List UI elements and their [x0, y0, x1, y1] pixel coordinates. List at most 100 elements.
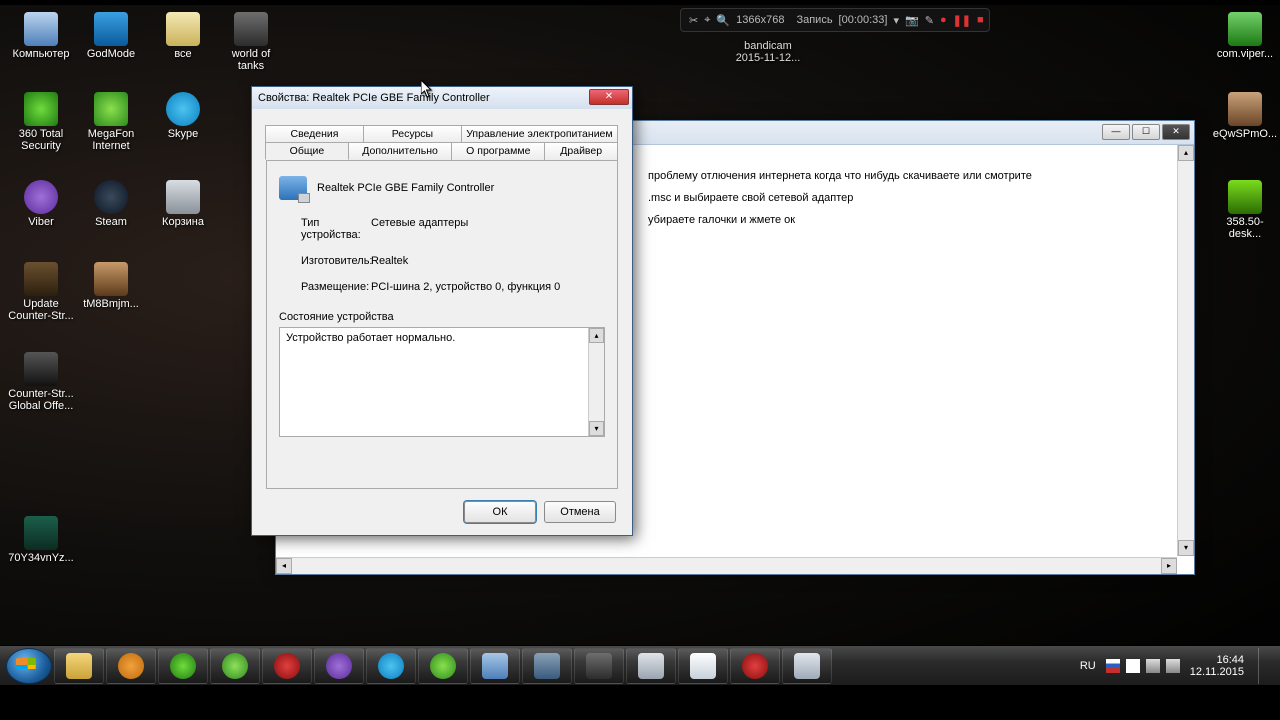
desktop-icon-wot[interactable]: world of tanks: [218, 12, 284, 72]
desktop-icon-steam[interactable]: Steam: [78, 180, 144, 228]
target-icon: ⌖: [704, 14, 710, 27]
desktop-icon-updatecs[interactable]: Update Counter-Str...: [8, 262, 74, 322]
scroll-up-icon[interactable]: ▴: [1178, 145, 1194, 161]
desktop-icon-viber[interactable]: Viber: [8, 180, 74, 228]
desktop-icon-skype[interactable]: Skype: [150, 92, 216, 140]
maximize-button[interactable]: ☐: [1132, 124, 1160, 140]
taskbar-wot[interactable]: [574, 648, 624, 684]
icon-label: Корзина: [150, 216, 216, 228]
scroll-down-icon[interactable]: ▾: [589, 421, 604, 436]
desktop-icon-all[interactable]: все: [150, 12, 216, 60]
taskbar-bandicam[interactable]: [730, 648, 780, 684]
network-adapter-icon: [279, 176, 307, 200]
taskbar-app3[interactable]: [522, 648, 572, 684]
taskbar-app4[interactable]: [626, 648, 676, 684]
dialog-title: Свойства: Realtek PCIe GBE Family Contro…: [258, 92, 490, 104]
tab-advanced[interactable]: Дополнительно: [348, 142, 452, 160]
tab-details[interactable]: Сведения: [265, 125, 364, 143]
scroll-right-icon[interactable]: ▸: [1161, 558, 1177, 574]
desktop-icon-360[interactable]: 360 Total Security: [8, 92, 74, 152]
tab-about[interactable]: О программе: [451, 142, 545, 160]
camera-icon[interactable]: 📷: [905, 14, 919, 27]
desktop-icon-megafon[interactable]: MegaFon Internet: [78, 92, 144, 152]
tray-lang[interactable]: RU: [1080, 660, 1096, 672]
icon-label: Viber: [8, 216, 74, 228]
tray-network-icon[interactable]: [1166, 659, 1180, 673]
taskbar-app2[interactable]: [470, 648, 520, 684]
icon-label: 358.50-desk...: [1212, 216, 1278, 240]
value-location: PCI-шина 2, устройство 0, функция 0: [371, 281, 605, 293]
tab-panel-general: Realtek PCIe GBE Family Controller Тип у…: [266, 160, 618, 489]
taskbar-opera[interactable]: [262, 648, 312, 684]
desktop-icon-trash[interactable]: Корзина: [150, 180, 216, 228]
bandicam-label: bandicam 2015-11-12...: [708, 40, 828, 64]
desktop-icon-godmode[interactable]: GodMode: [78, 12, 144, 60]
desktop-icon-comviper[interactable]: com.viper...: [1212, 12, 1278, 60]
device-status-text: Устройство работает нормально.: [286, 332, 455, 344]
icon-label: все: [150, 48, 216, 60]
system-tray: RU 16:44 12.11.2015: [1080, 648, 1274, 684]
pause-icon[interactable]: ❚❚: [953, 14, 971, 27]
label-device-type: Тип устройства:: [279, 217, 371, 241]
desktop-icon-tm8[interactable]: tM8Bmjm...: [78, 262, 144, 310]
minimize-button[interactable]: —: [1102, 124, 1130, 140]
icon-label: Skype: [150, 128, 216, 140]
tray-volume-icon[interactable]: [1146, 659, 1160, 673]
taskbar-devicemanager[interactable]: [782, 648, 832, 684]
close-button[interactable]: ✕: [1162, 124, 1190, 140]
scroll-left-icon[interactable]: ◂: [276, 558, 292, 574]
taskbar-skype[interactable]: [366, 648, 416, 684]
device-status-box[interactable]: Устройство работает нормально. ▴ ▾: [279, 327, 605, 437]
tray-date[interactable]: 12.11.2015: [1190, 666, 1244, 678]
label-manufacturer: Изготовитель:: [279, 255, 371, 267]
icon-label: eQwSPmO...: [1212, 128, 1278, 140]
taskbar-notepad[interactable]: [678, 648, 728, 684]
pencil-icon[interactable]: ✎: [925, 14, 934, 27]
dialog-titlebar[interactable]: Свойства: Realtek PCIe GBE Family Contro…: [252, 87, 632, 109]
show-desktop-button[interactable]: [1258, 648, 1268, 684]
tray-flag-icon[interactable]: [1106, 659, 1120, 673]
taskbar-360[interactable]: [158, 648, 208, 684]
hud-rec-time: [00:00:33]: [839, 14, 888, 26]
tab-power[interactable]: Управление электропитанием: [461, 125, 618, 143]
desktop-icon-70y[interactable]: 70Y34vnYz...: [8, 516, 74, 564]
cancel-button[interactable]: Отмена: [544, 501, 616, 523]
desktop-icon-computer[interactable]: Компьютер: [8, 12, 74, 60]
desktop-icon-csgo[interactable]: Counter-Str... Global Offe...: [8, 352, 74, 412]
tray-action-center-icon[interactable]: [1126, 659, 1140, 673]
icon-label: MegaFon Internet: [78, 128, 144, 152]
taskbar-app1[interactable]: [210, 648, 260, 684]
taskbar-viber[interactable]: [314, 648, 364, 684]
ok-button[interactable]: ОК: [464, 501, 536, 523]
crop-icon: ✂: [689, 14, 698, 27]
taskbar-mediaplayer[interactable]: [106, 648, 156, 684]
value-manufacturer: Realtek: [371, 255, 605, 267]
close-button[interactable]: ✕: [589, 89, 629, 105]
icon-label: tM8Bmjm...: [78, 298, 144, 310]
vertical-scrollbar[interactable]: ▴ ▾: [1177, 145, 1194, 556]
chevron-down-icon[interactable]: ▾: [893, 14, 899, 27]
tab-general[interactable]: Общие: [265, 142, 349, 160]
status-scrollbar[interactable]: ▴ ▾: [588, 328, 604, 436]
tray-time[interactable]: 16:44: [1216, 654, 1244, 666]
taskbar-explorer[interactable]: [54, 648, 104, 684]
rec-indicator-icon[interactable]: ●: [940, 14, 947, 26]
device-properties-dialog[interactable]: Свойства: Realtek PCIe GBE Family Contro…: [251, 86, 633, 536]
icon-label: 360 Total Security: [8, 128, 74, 152]
label-location: Размещение:: [279, 281, 371, 293]
value-device-type: Сетевые адаптеры: [371, 217, 605, 241]
start-button[interactable]: [6, 648, 52, 684]
scroll-down-icon[interactable]: ▾: [1178, 540, 1194, 556]
device-name: Realtek PCIe GBE Family Controller: [317, 182, 494, 194]
desktop-icon-eqw[interactable]: eQwSPmO...: [1212, 92, 1278, 140]
scroll-up-icon[interactable]: ▴: [589, 328, 604, 343]
stop-icon[interactable]: ■: [977, 14, 984, 26]
taskbar-megafon[interactable]: [418, 648, 468, 684]
taskbar: RU 16:44 12.11.2015: [0, 645, 1280, 685]
zoom-icon: 🔍: [716, 14, 730, 27]
label-device-status: Состояние устройства: [279, 311, 605, 323]
desktop-icon-nvidia[interactable]: 358.50-desk...: [1212, 180, 1278, 240]
tab-resources[interactable]: Ресурсы: [363, 125, 462, 143]
horizontal-scrollbar[interactable]: ◂ ▸: [276, 557, 1177, 574]
tab-driver[interactable]: Драйвер: [544, 142, 618, 160]
